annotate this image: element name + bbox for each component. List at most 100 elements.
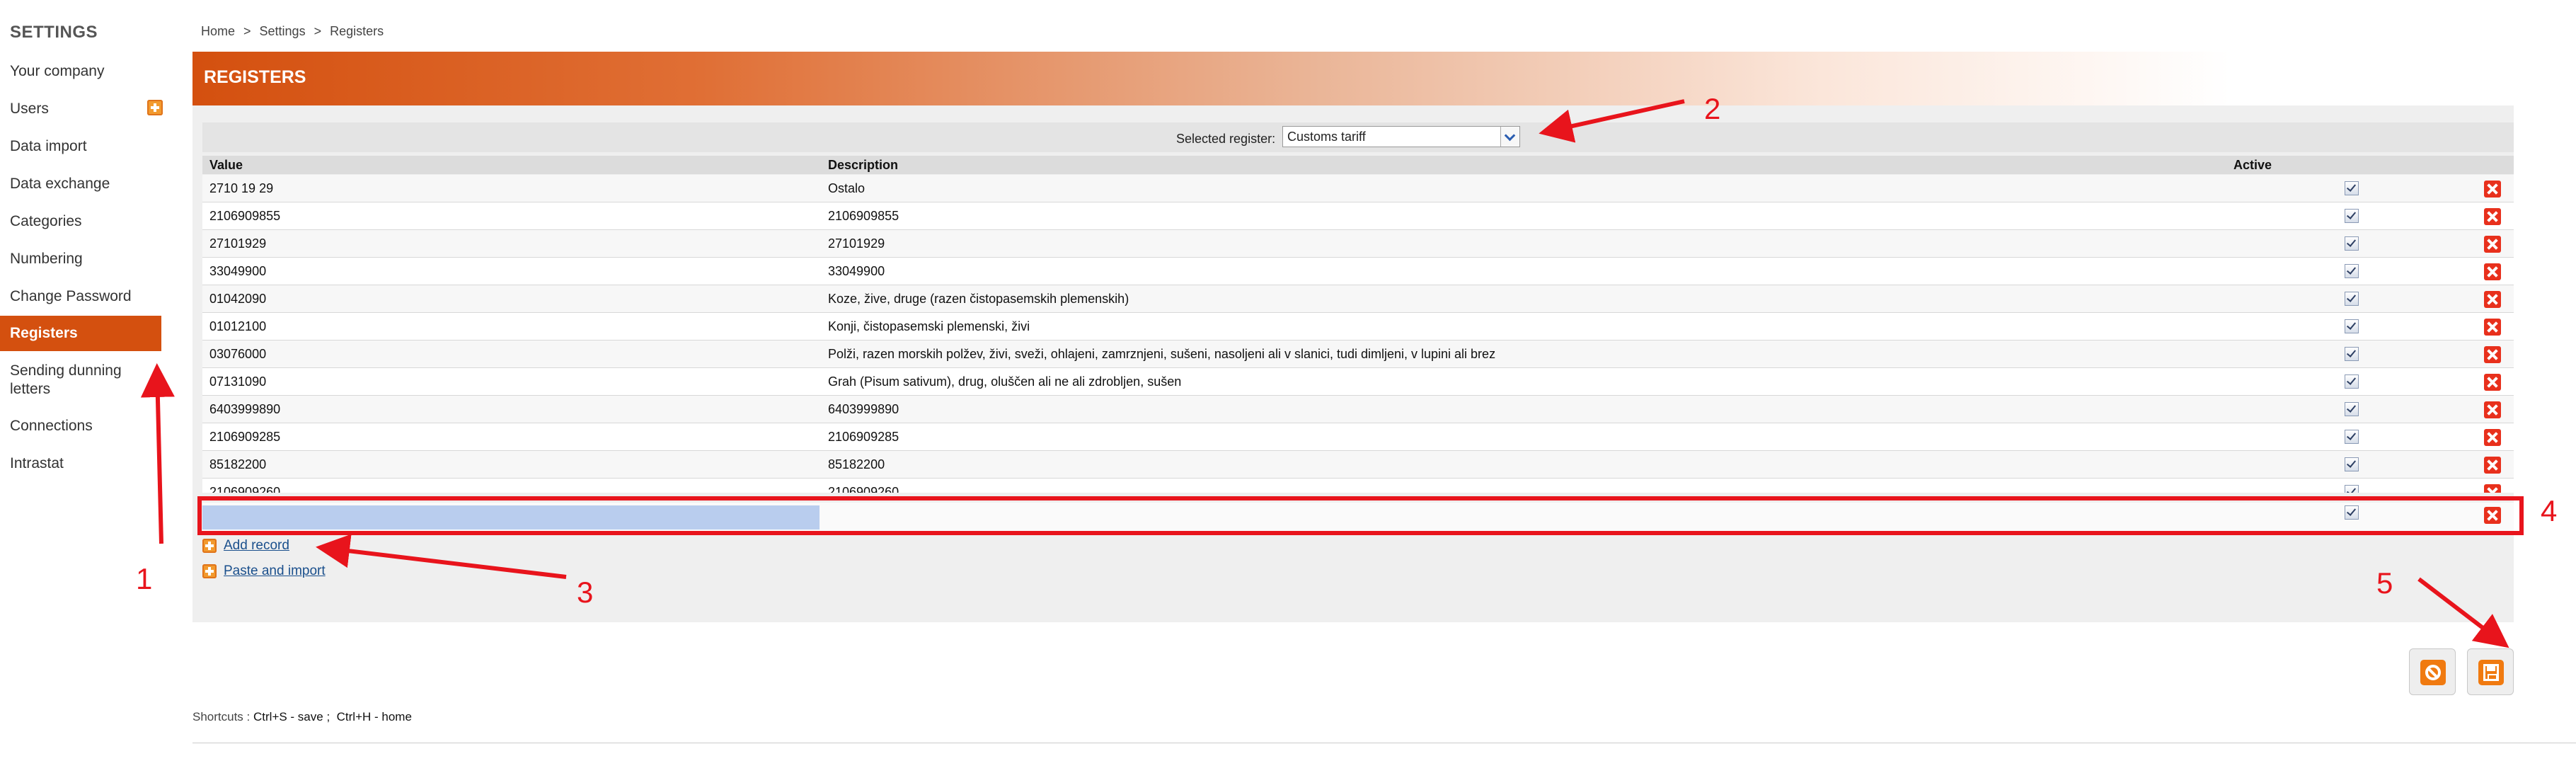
row-value[interactable]: 33049900 xyxy=(209,264,266,279)
row-active-checkbox[interactable] xyxy=(2345,181,2359,195)
annotation-number-5: 5 xyxy=(2376,566,2393,600)
row-active-checkbox[interactable] xyxy=(2345,430,2359,444)
row-description[interactable]: 85182200 xyxy=(828,457,885,472)
row-description[interactable]: 2106909855 xyxy=(828,209,899,224)
row-active-checkbox[interactable] xyxy=(2345,292,2359,306)
table-row[interactable]: 2106909285 2106909285 xyxy=(202,423,2514,451)
row-value[interactable]: 6403999890 xyxy=(209,402,280,417)
row-description[interactable]: 33049900 xyxy=(828,264,885,279)
row-description[interactable]: 6403999890 xyxy=(828,402,899,417)
table-row[interactable]: 6403999890 6403999890 xyxy=(202,396,2514,423)
table-row[interactable]: 2106909260 2106909260 xyxy=(202,479,2514,493)
chevron-down-icon[interactable] xyxy=(1500,127,1519,147)
sidebar-item-users[interactable]: Users xyxy=(0,100,161,118)
row-active-checkbox[interactable] xyxy=(2345,457,2359,471)
delete-icon[interactable] xyxy=(2484,291,2501,308)
shortcuts-label: Shortcuts : xyxy=(192,710,251,723)
row-value[interactable]: 2106909260 xyxy=(209,485,280,493)
row-active-checkbox[interactable] xyxy=(2345,485,2359,493)
row-value[interactable]: 2106909285 xyxy=(209,430,280,445)
register-select[interactable]: Customs tariff xyxy=(1282,126,1520,147)
breadcrumb-registers: Registers xyxy=(330,24,384,38)
column-header-value: Value xyxy=(209,158,243,172)
sidebar-item-your-company[interactable]: Your company xyxy=(0,62,161,81)
row-description[interactable]: Grah (Pisum sativum), drug, oluščen ali … xyxy=(828,374,1181,389)
add-record-link[interactable]: Add record xyxy=(224,538,289,553)
add-icon[interactable] xyxy=(202,564,217,578)
column-header-active: Active xyxy=(2233,158,2272,172)
row-value[interactable]: 2106909855 xyxy=(209,209,280,224)
row-active-checkbox[interactable] xyxy=(2345,209,2359,223)
sidebar-item-categories[interactable]: Categories xyxy=(0,212,161,231)
delete-icon[interactable] xyxy=(2484,181,2501,198)
row-description[interactable]: Ostalo xyxy=(828,181,865,196)
column-header-description: Description xyxy=(828,158,899,172)
row-active-checkbox[interactable] xyxy=(2345,236,2359,251)
sidebar-item-numbering[interactable]: Numbering xyxy=(0,250,161,268)
cancel-icon xyxy=(2425,665,2441,680)
sidebar-item-intrastat[interactable]: Intrastat xyxy=(0,454,161,473)
breadcrumb-settings[interactable]: Settings xyxy=(260,24,306,38)
delete-icon[interactable] xyxy=(2484,457,2501,474)
row-active-checkbox[interactable] xyxy=(2345,347,2359,361)
sidebar-item-data-exchange[interactable]: Data exchange xyxy=(0,175,161,193)
delete-icon[interactable] xyxy=(2484,429,2501,446)
save-button[interactable] xyxy=(2467,648,2514,695)
table-row[interactable]: 01012100 Konji, čistopasemski plemenski, … xyxy=(202,313,2514,341)
table-row[interactable]: 01042090 Koze, žive, druge (razen čistopa… xyxy=(202,285,2514,313)
row-value[interactable]: 27101929 xyxy=(209,236,266,251)
save-icon xyxy=(2483,664,2499,681)
sidebar-item-registers[interactable]: Registers xyxy=(0,316,161,351)
row-description[interactable]: Konji, čistopasemski plemenski, živi xyxy=(828,319,1030,334)
annotation-number-2: 2 xyxy=(1704,92,1721,125)
breadcrumb-home[interactable]: Home xyxy=(201,24,235,38)
add-user-icon[interactable] xyxy=(147,100,163,115)
delete-icon[interactable] xyxy=(2484,401,2501,418)
table-header: Value Description Active xyxy=(202,156,2514,174)
row-active-checkbox[interactable] xyxy=(2345,319,2359,333)
row-value[interactable]: 03076000 xyxy=(209,347,266,362)
table-row[interactable]: 2710 19 29 Ostalo xyxy=(202,175,2514,202)
row-description[interactable]: 2106909260 xyxy=(828,485,899,493)
shortcuts-hint: Shortcuts : Ctrl+S - save ; Ctrl+H - hom… xyxy=(192,710,412,724)
table-row[interactable]: 2106909855 2106909855 xyxy=(202,202,2514,230)
row-value[interactable]: 85182200 xyxy=(209,457,266,472)
delete-icon[interactable] xyxy=(2484,319,2501,336)
add-record-link-line: Add record xyxy=(202,538,289,554)
row-value[interactable]: 07131090 xyxy=(209,374,266,389)
table-row[interactable]: 03076000 Polži, razen morskih polžev, živ… xyxy=(202,341,2514,368)
table-row[interactable]: 33049900 33049900 xyxy=(202,258,2514,285)
delete-icon[interactable] xyxy=(2484,263,2501,280)
sidebar-item-data-import[interactable]: Data import xyxy=(0,137,161,156)
sidebar-item-connections[interactable]: Connections xyxy=(0,417,161,435)
delete-icon[interactable] xyxy=(2484,208,2501,225)
cancel-button[interactable] xyxy=(2409,648,2456,695)
row-active-checkbox[interactable] xyxy=(2345,264,2359,278)
delete-icon[interactable] xyxy=(2484,236,2501,253)
sidebar-item-sending-dunning-letters[interactable]: Sending dunning letters xyxy=(0,362,142,399)
annotation-number-4: 4 xyxy=(2541,494,2558,527)
table-row[interactable]: 27101929 27101929 xyxy=(202,230,2514,258)
row-description[interactable]: Polži, razen morskih polžev, živi, sveži… xyxy=(828,347,1495,362)
sidebar-title: SETTINGS xyxy=(10,23,98,42)
delete-icon[interactable] xyxy=(2484,374,2501,391)
shortcut-home: Ctrl+H - home xyxy=(336,710,412,723)
row-active-checkbox[interactable] xyxy=(2345,402,2359,416)
row-description[interactable]: Koze, žive, druge (razen čistopasemskih … xyxy=(828,292,1129,307)
add-icon[interactable] xyxy=(202,539,217,553)
table-row[interactable]: 07131090 Grah (Pisum sativum), drug, oluš… xyxy=(202,368,2514,396)
row-description[interactable]: 27101929 xyxy=(828,236,885,251)
row-value[interactable]: 01042090 xyxy=(209,292,266,307)
annotation-highlight-box xyxy=(197,496,2524,535)
delete-icon[interactable] xyxy=(2484,346,2501,363)
breadcrumb-separator: > xyxy=(243,24,251,38)
paste-import-link-line: Paste and import xyxy=(202,563,326,579)
row-description[interactable]: 2106909285 xyxy=(828,430,899,445)
row-active-checkbox[interactable] xyxy=(2345,374,2359,389)
row-value[interactable]: 01012100 xyxy=(209,319,266,334)
sidebar-item-change-password[interactable]: Change Password xyxy=(0,287,161,306)
row-value[interactable]: 2710 19 29 xyxy=(209,181,273,196)
delete-icon[interactable] xyxy=(2484,484,2501,493)
paste-import-link[interactable]: Paste and import xyxy=(224,563,326,578)
table-row[interactable]: 85182200 85182200 xyxy=(202,451,2514,479)
